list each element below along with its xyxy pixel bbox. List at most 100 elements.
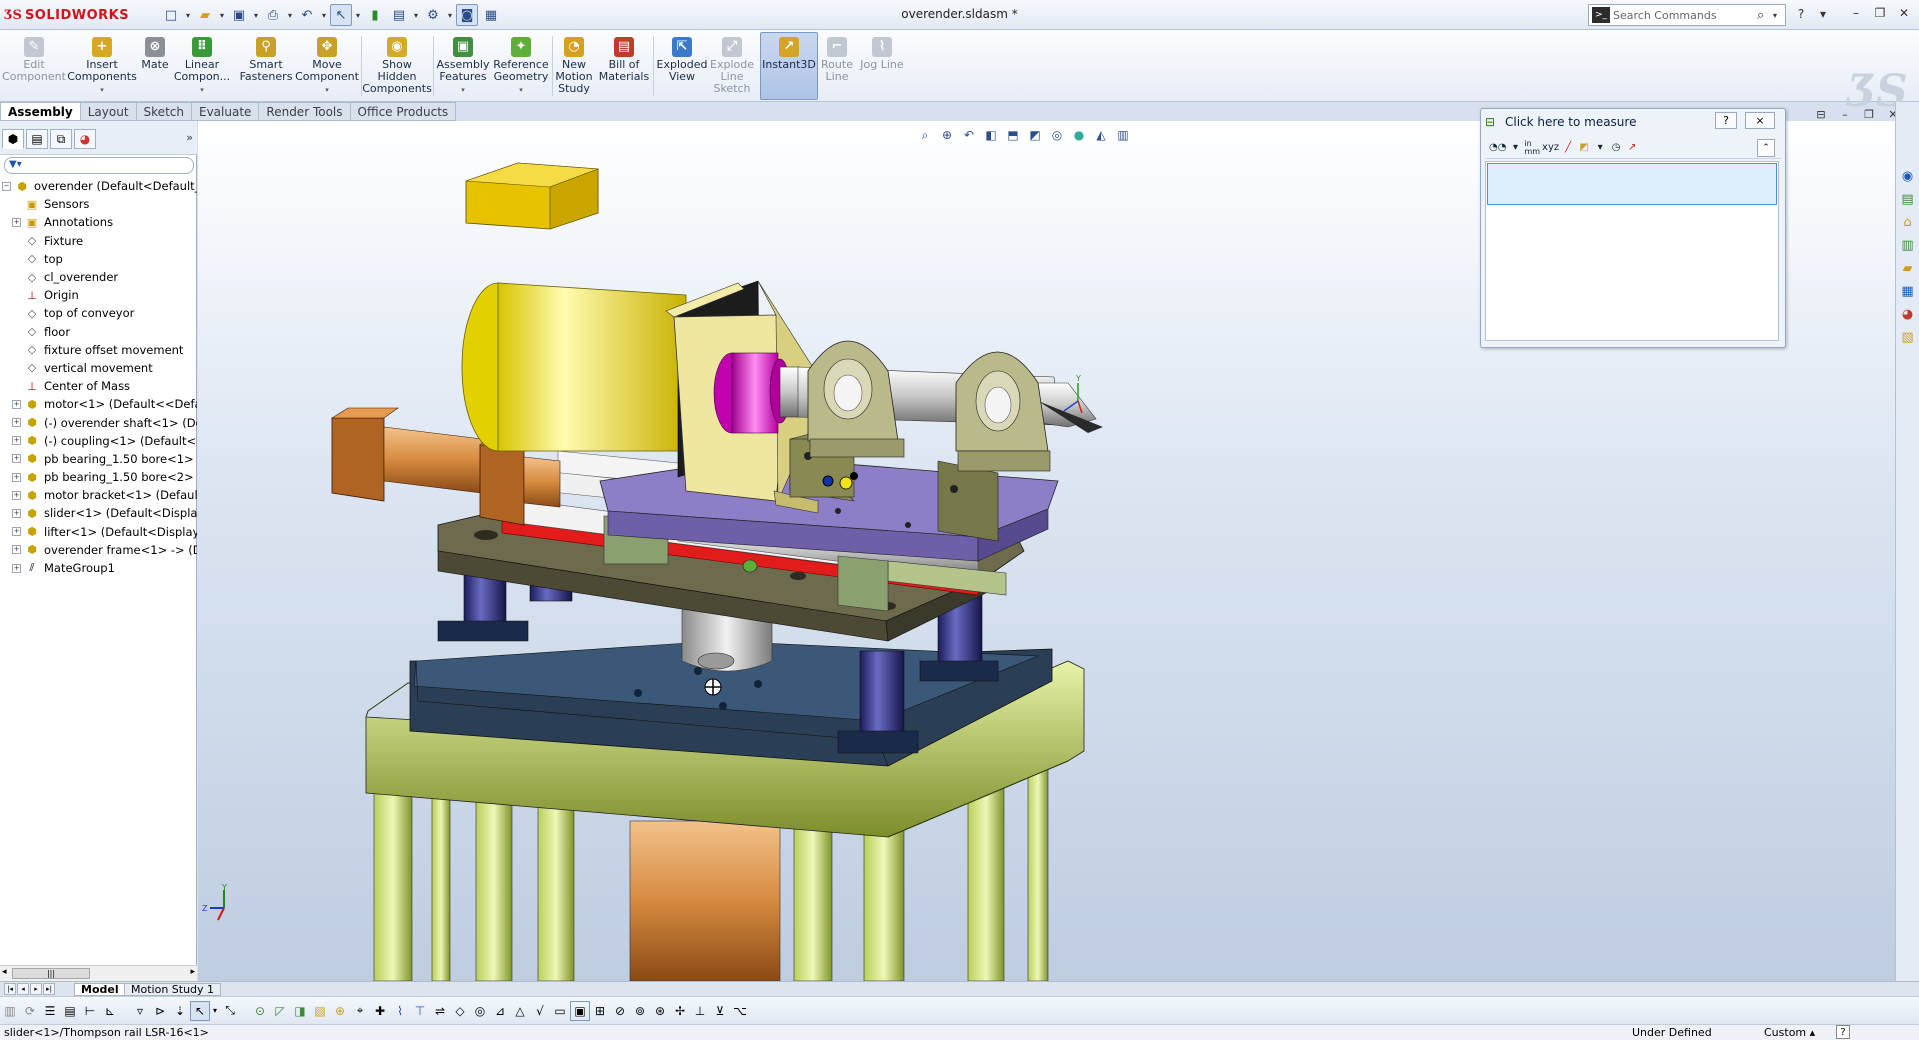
- chevron-down-icon[interactable]: ▾: [1593, 139, 1607, 157]
- filter-centerline-icon[interactable]: ✢: [670, 1001, 690, 1021]
- route-line-button[interactable]: ⌐ Route Line: [821, 32, 853, 100]
- tab-evaluate[interactable]: Evaluate: [191, 102, 260, 121]
- list-view-icon[interactable]: ☰: [40, 1001, 60, 1021]
- tree-item[interactable]: ▣ Sensors: [0, 195, 197, 213]
- chevron-down-icon[interactable]: ▾: [184, 4, 192, 26]
- playback-icon[interactable]: ⟳: [20, 1001, 40, 1021]
- mate-button[interactable]: ⊗ Mate: [138, 32, 172, 100]
- scroll-left-icon[interactable]: ◂: [2, 967, 7, 977]
- tab-sketch[interactable]: Sketch: [136, 102, 192, 121]
- toggle-filter-icon[interactable]: ⇣: [170, 1001, 190, 1021]
- jog-line-button[interactable]: ⌇ Jog Line: [858, 32, 906, 100]
- filter-hole-icon[interactable]: ⊚: [630, 1001, 650, 1021]
- chevron-down-icon[interactable]: ▾: [461, 84, 465, 96]
- chevron-down-icon[interactable]: ▾: [320, 4, 328, 26]
- tree-item[interactable]: ⊥ Origin: [0, 286, 197, 304]
- filter-datum-icon[interactable]: △: [510, 1001, 530, 1021]
- explode-line-sketch-button[interactable]: ⤢ Explode Line Sketch: [710, 32, 754, 100]
- filter-gtol-icon[interactable]: ▭: [550, 1001, 570, 1021]
- expand-icon[interactable]: +: [12, 472, 21, 482]
- tab-model[interactable]: Model: [74, 983, 126, 996]
- filter-faces-icon[interactable]: ◨: [290, 1001, 310, 1021]
- edit-component-button[interactable]: ✎ Edit Component: [2, 32, 66, 100]
- filter-dowel-icon[interactable]: ⊛: [650, 1001, 670, 1021]
- expand-icon[interactable]: +: [12, 436, 21, 446]
- chevron-down-icon[interactable]: ▾: [519, 84, 523, 96]
- tree-item[interactable]: + ⬢ lifter<1> (Default<Display St: [0, 523, 197, 541]
- horizontal-scrollbar[interactable]: ◂ ||| ▸: [0, 965, 197, 981]
- expand-icon[interactable]: +: [12, 545, 21, 555]
- expand-icon[interactable]: +: [12, 490, 21, 500]
- help-icon[interactable]: ?: [1715, 112, 1737, 129]
- viewport-icon[interactable]: ⊟: [1812, 106, 1830, 122]
- tree-item[interactable]: + ⬢ (-) coupling<1> (Default<<D: [0, 432, 197, 450]
- previous-tab-icon[interactable]: ◂: [17, 983, 29, 995]
- chevron-down-icon[interactable]: ▾: [412, 4, 420, 26]
- filter-centermark-icon[interactable]: ⊥: [690, 1001, 710, 1021]
- table-view-icon[interactable]: ▤: [60, 1001, 80, 1021]
- last-tab-icon[interactable]: ▸|: [43, 983, 55, 995]
- filter-blocks-icon[interactable]: ▣: [570, 1000, 590, 1021]
- rebuild-icon[interactable]: ▮: [364, 4, 386, 26]
- view-palette-icon[interactable]: ▦: [1898, 281, 1918, 301]
- tree-item[interactable]: ◇ cl_overender: [0, 268, 197, 286]
- filter-routing-icon[interactable]: ⌥: [730, 1001, 750, 1021]
- next-tab-icon[interactable]: ▸: [30, 983, 42, 995]
- assembly-features-button[interactable]: ▣ Assembly Features ▾: [436, 32, 490, 100]
- design-library-icon[interactable]: ▤: [1898, 189, 1918, 209]
- tab-layout[interactable]: Layout: [80, 102, 137, 121]
- custom-properties-icon[interactable]: ▧: [1898, 327, 1918, 347]
- tree-item[interactable]: + ▣ Annotations: [0, 213, 197, 231]
- collapse-icon[interactable]: −: [2, 181, 11, 191]
- tree-item[interactable]: ⊥ Center of Mass: [0, 377, 197, 395]
- tree-item[interactable]: ◇ top of conveyor: [0, 304, 197, 322]
- search-commands-field[interactable]: >_ Search Commands ⌕ ▾: [1588, 4, 1786, 26]
- filter-sketch-icon[interactable]: ⌇: [390, 1001, 410, 1021]
- filter-notes-icon[interactable]: ◇: [450, 1001, 470, 1021]
- tab-assembly[interactable]: Assembly: [0, 102, 81, 121]
- show-hidden-components-button[interactable]: ◉ Show Hidden Components: [362, 32, 432, 100]
- filter-planes-icon[interactable]: ⌖: [350, 1001, 370, 1021]
- solidworks-resources-icon[interactable]: ◉: [1898, 166, 1918, 186]
- chevron-down-icon[interactable]: ▾: [210, 1001, 220, 1021]
- options-icon[interactable]: ⚙: [422, 4, 444, 26]
- appearances-icon[interactable]: ◕: [1898, 304, 1918, 324]
- expand-icon[interactable]: +: [12, 217, 21, 227]
- search-results-icon[interactable]: ▥: [1898, 235, 1918, 255]
- filter-annotations-icon[interactable]: ⇌: [430, 1001, 450, 1021]
- first-tab-icon[interactable]: |◂: [4, 983, 16, 995]
- new-motion-study-button[interactable]: ◔ New Motion Study: [554, 32, 594, 100]
- expand-icon[interactable]: +: [12, 527, 21, 537]
- tree-item[interactable]: ◇ Fixture: [0, 232, 197, 250]
- tree-item[interactable]: + ⬢ slider<1> (Default<Display S: [0, 504, 197, 522]
- bill-of-materials-button[interactable]: ▤ Bill of Materials: [598, 32, 650, 100]
- insert-components-button[interactable]: + Insert Components ▾: [67, 32, 137, 100]
- point-to-point-icon[interactable]: ╱: [1561, 139, 1575, 157]
- folder-icon[interactable]: ▰: [1898, 258, 1918, 278]
- tree-item[interactable]: + ⬢ motor<1> (Default<<Default: [0, 395, 197, 413]
- filter-cosmetic-icon[interactable]: ⊘: [610, 1001, 630, 1021]
- new-document-icon[interactable]: □: [160, 4, 182, 26]
- expand-icon[interactable]: +: [12, 399, 21, 409]
- filter-icon[interactable]: ▿: [130, 1001, 150, 1021]
- move-component-button[interactable]: ✥ Move Component ▾: [295, 32, 359, 100]
- save-icon[interactable]: ▣: [228, 4, 250, 26]
- instant3d-button[interactable]: ↗ Instant3D: [760, 32, 818, 100]
- filter-dimension-icon[interactable]: ⊤: [410, 1001, 430, 1021]
- filter-surface-finish-icon[interactable]: √: [530, 1001, 550, 1021]
- xyz-measure-icon[interactable]: xyz: [1542, 139, 1559, 157]
- feature-manager-tab-icon[interactable]: ⬢: [2, 129, 24, 149]
- filter-points-icon[interactable]: ✚: [370, 1001, 390, 1021]
- exploded-view-button[interactable]: ⇱ Exploded View: [656, 32, 708, 100]
- arc-circle-measurement-icon[interactable]: ◔◔: [1489, 139, 1506, 157]
- tree-item[interactable]: + ⬢ pb bearing_1.50 bore<2> (De: [0, 468, 197, 486]
- units-selector[interactable]: Custom ▴: [1764, 1026, 1815, 1039]
- chevron-down-icon[interactable]: ▾: [1508, 139, 1522, 157]
- restore-icon[interactable]: ❐: [1869, 4, 1891, 22]
- filter-surfaces-icon[interactable]: ▧: [310, 1001, 330, 1021]
- select-arrow-icon[interactable]: ↖: [190, 1000, 210, 1021]
- chevron-down-icon[interactable]: ▾: [200, 84, 204, 96]
- close-icon[interactable]: ×: [1745, 112, 1775, 129]
- file-properties-icon[interactable]: ▤: [388, 4, 410, 26]
- chevron-down-icon[interactable]: ▾: [218, 4, 226, 26]
